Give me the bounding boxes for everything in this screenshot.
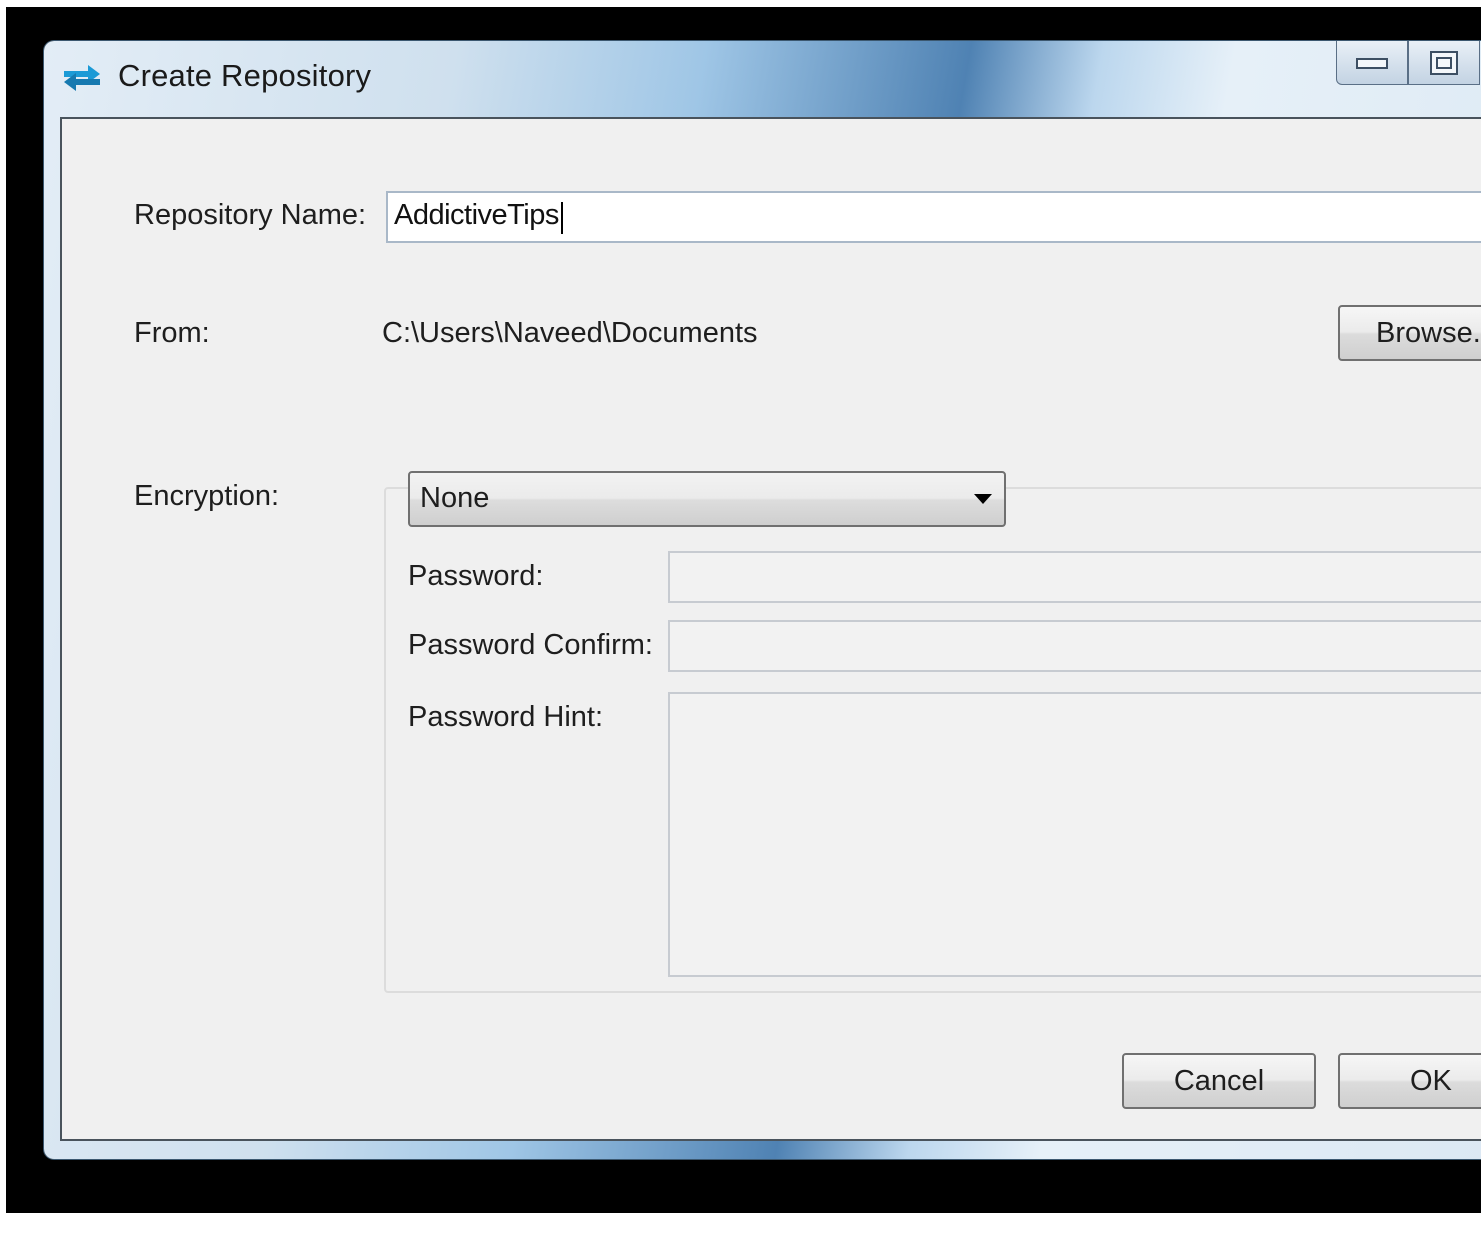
repository-name-value: AddictiveTips <box>394 199 559 231</box>
maximize-icon <box>1430 50 1458 75</box>
text-caret <box>561 202 563 234</box>
create-repository-dialog: Create Repository Repository Name: Addic… <box>44 41 1481 1159</box>
password-input[interactable] <box>668 551 1481 603</box>
password-confirm-input[interactable] <box>668 620 1481 672</box>
window-title: Create Repository <box>118 58 372 93</box>
repository-name-label: Repository Name: <box>134 199 367 231</box>
password-confirm-label: Password Confirm: <box>408 629 653 661</box>
screen-backdrop: Create Repository Repository Name: Addic… <box>6 7 1481 1213</box>
encryption-select[interactable]: None <box>408 471 1006 527</box>
chevron-down-icon <box>974 494 992 504</box>
sync-arrows-icon <box>64 65 100 91</box>
encryption-selected-value: None <box>420 482 490 514</box>
from-label: From: <box>134 317 210 349</box>
cancel-button[interactable]: Cancel <box>1122 1053 1316 1109</box>
password-hint-label: Password Hint: <box>408 701 604 733</box>
dialog-content: Repository Name: AddictiveTips From: C:\… <box>60 117 1481 1141</box>
repository-name-input[interactable]: AddictiveTips <box>386 191 1481 243</box>
from-path: C:\Users\Naveed\Documents <box>382 317 758 349</box>
password-hint-textarea[interactable] <box>668 692 1481 977</box>
browse-button[interactable]: Browse... <box>1338 305 1481 361</box>
window-caption-buttons <box>1336 41 1481 89</box>
encryption-label: Encryption: <box>134 480 280 512</box>
minimize-icon <box>1356 57 1388 69</box>
minimize-button[interactable] <box>1336 41 1408 85</box>
maximize-button[interactable] <box>1408 41 1480 85</box>
ok-button[interactable]: OK <box>1338 1053 1481 1109</box>
password-label: Password: <box>408 560 544 592</box>
